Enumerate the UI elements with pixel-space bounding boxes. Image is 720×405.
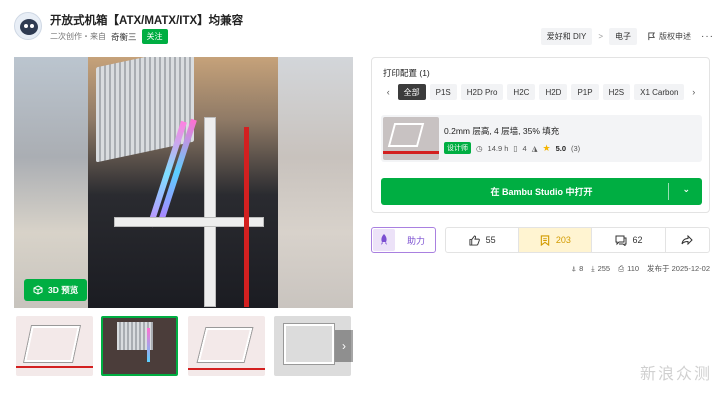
- page-title: 开放式机箱【ATX/MATX/ITX】均兼容: [50, 15, 244, 27]
- blurred-background-left: [14, 57, 88, 308]
- engagement-stats: 55 203 62: [445, 227, 710, 253]
- rocket-icon: [373, 229, 395, 251]
- thumbnail[interactable]: [101, 316, 178, 376]
- print-config-card: 打印配置 (1) ‹ 全部 P1S H2D Pro H2C H2D P1P H2…: [371, 57, 710, 213]
- avatar-face-icon: [20, 19, 38, 35]
- thumbnail[interactable]: [16, 316, 93, 376]
- favorite-count: 203: [555, 235, 571, 245]
- share-icon: [681, 235, 694, 245]
- author-line: 二次创作・来自 奇衡三 关注: [50, 29, 168, 44]
- model-header: 开放式机箱【ATX/MATX/ITX】均兼容 二次创作・来自 奇衡三 关注 爱好…: [14, 10, 714, 46]
- comment-icon: [615, 235, 627, 246]
- frame-graphic: [114, 217, 264, 227]
- report-link[interactable]: 版权申述: [647, 31, 691, 42]
- thumbs-up-icon: [469, 234, 480, 246]
- publish-date: 发布于 2025-12-02: [647, 264, 710, 273]
- download-icon: ⤓: [591, 263, 595, 273]
- source-text: 二次创作・来自: [50, 32, 106, 41]
- tab-h2d[interactable]: H2D: [539, 84, 568, 100]
- avatar-eye-icon: [30, 24, 34, 28]
- cube-icon: [33, 285, 43, 295]
- profile-thumbnail: [383, 117, 439, 160]
- report-label: 版权申述: [659, 32, 691, 41]
- plate-icon: ▯: [513, 143, 518, 153]
- share-button[interactable]: [666, 228, 709, 252]
- print-config-title: 打印配置 (1): [383, 68, 430, 78]
- frame-graphic: [284, 324, 334, 364]
- tab-p1s[interactable]: P1S: [429, 84, 457, 100]
- frame-graphic: [387, 123, 425, 147]
- tab-h2s[interactable]: H2S: [602, 84, 631, 100]
- breadcrumb-item-hobby[interactable]: 爱好和 DIY: [540, 28, 593, 45]
- rating-value: 5.0: [555, 143, 567, 153]
- download-stat: ⤓ 255: [591, 264, 610, 274]
- print-time: 14.9 h: [487, 143, 509, 153]
- tab-p1p[interactable]: P1P: [571, 84, 599, 100]
- thumbnail-strip: ›: [14, 316, 353, 376]
- breadcrumb-separator: >: [598, 32, 603, 41]
- action-bar: 助力 55 203 62: [371, 227, 710, 253]
- frame-graphic: [204, 117, 216, 307]
- favorite-button[interactable]: 203: [519, 228, 593, 252]
- frame-graphic: [16, 366, 93, 368]
- open-button-label: 在 Bambu Studio 中打开: [490, 187, 593, 197]
- author-name[interactable]: 奇衡三: [111, 31, 137, 43]
- designer-badge: 设计师: [444, 142, 471, 154]
- like-count: 55: [485, 235, 496, 245]
- frame-graphic: [188, 368, 265, 370]
- boost-label: 助力: [407, 235, 426, 246]
- ram-stick-graphic: [147, 328, 150, 362]
- boost-stat: ⍋ 8: [572, 264, 584, 274]
- printer-tabs: ‹ 全部 P1S H2D Pro H2C H2D P1P H2S X1 Carb…: [383, 84, 699, 100]
- frame-graphic: [244, 127, 249, 307]
- print-stat: ⎙ 110: [618, 264, 639, 274]
- print-profile-item[interactable]: 0.2mm 层高, 4 层墙, 35% 填充 设计师 ◷ 14.9 h ▯ 4 …: [381, 115, 702, 162]
- tabs-prev-icon[interactable]: ‹: [383, 84, 394, 100]
- open-in-bambu-studio-button[interactable]: 在 Bambu Studio 中打开 ⌄: [381, 178, 702, 205]
- profile-meta: 设计师 ◷ 14.9 h ▯ 4 ◮ ★ 5.0 (3): [444, 142, 580, 154]
- like-button[interactable]: 55: [446, 228, 520, 252]
- follow-button[interactable]: 关注: [141, 29, 168, 44]
- frame-graphic: [383, 151, 439, 154]
- rating-count: (3): [571, 143, 581, 153]
- watermark: 新浪众测: [639, 366, 712, 383]
- chevron-down-icon[interactable]: ⌄: [682, 184, 690, 195]
- boost-button[interactable]: 助力: [371, 227, 436, 253]
- tab-x1-carbon[interactable]: X1 Carbon: [634, 84, 685, 100]
- breadcrumb: 爱好和 DIY > 电子 版权申述 ···: [540, 28, 714, 45]
- tab-h2d-pro[interactable]: H2D Pro: [460, 84, 504, 100]
- preview-3d-button[interactable]: 3D 预览: [24, 279, 88, 301]
- more-icon[interactable]: ···: [701, 31, 714, 42]
- profile-name: 0.2mm 层高, 4 层墙, 35% 填充: [444, 126, 560, 136]
- blurred-background-right: [278, 57, 353, 308]
- avatar-eye-icon: [24, 24, 28, 28]
- boost-count: 8: [579, 264, 584, 273]
- frame-graphic: [197, 328, 253, 362]
- frame-graphic: [24, 326, 80, 362]
- rocket-icon: ⍋: [571, 263, 577, 273]
- tab-h2c[interactable]: H2C: [507, 84, 536, 100]
- report-icon: [648, 32, 655, 41]
- tabs-next-icon[interactable]: ›: [688, 84, 699, 100]
- comment-count: 62: [632, 235, 643, 245]
- model-stats: ⍋ 8 ⤓ 255 ⎙ 110 发布于 2025-12-02: [572, 263, 710, 274]
- preview-3d-label: 3D 预览: [48, 285, 79, 295]
- bookmark-icon: [540, 234, 550, 246]
- plate-count: 4: [522, 143, 527, 153]
- star-icon: ★: [542, 142, 551, 153]
- printer-icon: ⎙: [618, 263, 625, 273]
- clock-icon: ◷: [476, 143, 483, 153]
- tab-all[interactable]: 全部: [397, 84, 426, 100]
- filament-icon: ◮: [531, 143, 538, 153]
- thumbnail-next-button[interactable]: ›: [335, 330, 353, 362]
- breadcrumb-item-electronics[interactable]: 电子: [609, 28, 637, 45]
- print-count: 110: [627, 264, 640, 273]
- main-gallery-image[interactable]: 3D 预览: [14, 57, 353, 308]
- download-count: 255: [597, 264, 611, 273]
- thumbnail[interactable]: [188, 316, 265, 376]
- author-avatar[interactable]: [14, 12, 42, 40]
- button-divider: [668, 183, 669, 200]
- comment-button[interactable]: 62: [592, 228, 666, 252]
